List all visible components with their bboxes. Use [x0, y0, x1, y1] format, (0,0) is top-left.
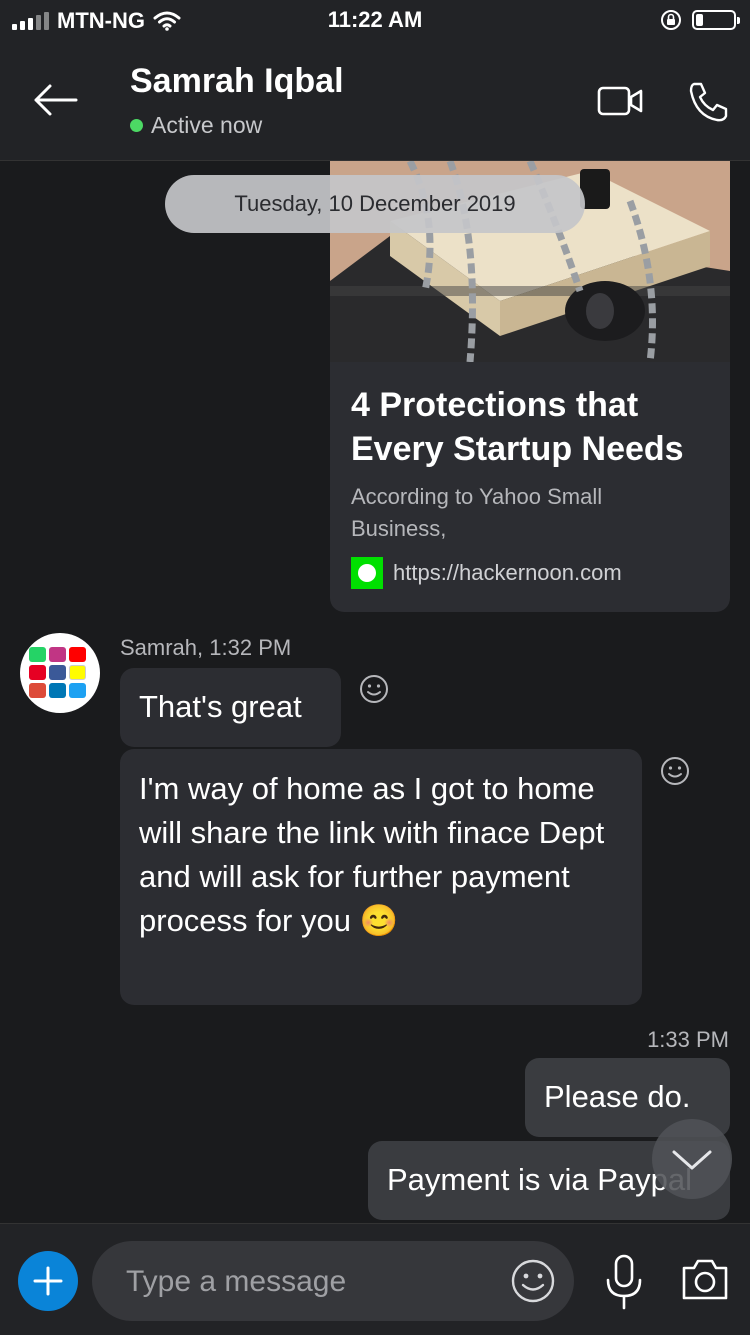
link-preview-description: According to Yahoo Small Business,	[351, 484, 603, 541]
message-list[interactable]: 4 Protections that Every Startup Needs A…	[0, 161, 750, 1223]
hackernoon-favicon-icon	[351, 557, 383, 589]
presence-label: Active now	[151, 112, 263, 138]
status-time: 11:22 AM	[327, 7, 423, 32]
message-input[interactable]	[124, 1241, 488, 1323]
link-preview-title[interactable]: 4 Protections that Every Startup Needs	[351, 383, 721, 471]
microphone-icon[interactable]	[600, 1252, 648, 1312]
message-composer	[0, 1223, 750, 1335]
message-input-container[interactable]	[92, 1241, 574, 1323]
plus-icon	[33, 1266, 63, 1296]
scroll-to-bottom-button[interactable]	[652, 1119, 732, 1199]
message-bubble-incoming[interactable]: I'm way of home as I got to home will sh…	[120, 749, 642, 1005]
link-url-text[interactable]: https://hackernoon.com	[393, 560, 622, 586]
orientation-lock-icon	[661, 10, 681, 30]
add-attachment-button[interactable]	[18, 1251, 78, 1311]
outgoing-timestamp: 1:33 PM	[647, 1027, 729, 1052]
add-reaction-icon[interactable]	[660, 756, 690, 786]
link-preview-url[interactable]: https://hackernoon.com	[351, 557, 622, 589]
sender-meta: Samrah, 1:32 PM	[120, 635, 292, 660]
status-bar: MTN-NG 11:22 AM	[0, 0, 750, 40]
emoji-icon[interactable]	[510, 1258, 556, 1304]
status-right	[660, 9, 740, 31]
chat-header: Samrah Iqbal Active now	[0, 40, 750, 161]
back-arrow-icon[interactable]	[30, 80, 80, 120]
online-dot-icon	[130, 119, 143, 132]
video-call-icon[interactable]	[596, 78, 646, 124]
add-reaction-icon[interactable]	[359, 674, 389, 704]
phone-call-icon[interactable]	[684, 78, 734, 124]
avatar[interactable]	[20, 633, 100, 713]
social-media-logo-icon	[29, 647, 91, 698]
battery-level	[696, 14, 704, 26]
contact-name[interactable]: Samrah Iqbal	[130, 62, 344, 101]
chevron-down-icon	[672, 1150, 712, 1170]
date-separator: Tuesday, 10 December 2019	[165, 175, 585, 233]
battery-icon	[692, 10, 740, 30]
camera-icon[interactable]	[680, 1256, 730, 1302]
presence-status: Active now	[130, 112, 262, 139]
message-bubble-incoming[interactable]: That's great	[120, 668, 341, 747]
